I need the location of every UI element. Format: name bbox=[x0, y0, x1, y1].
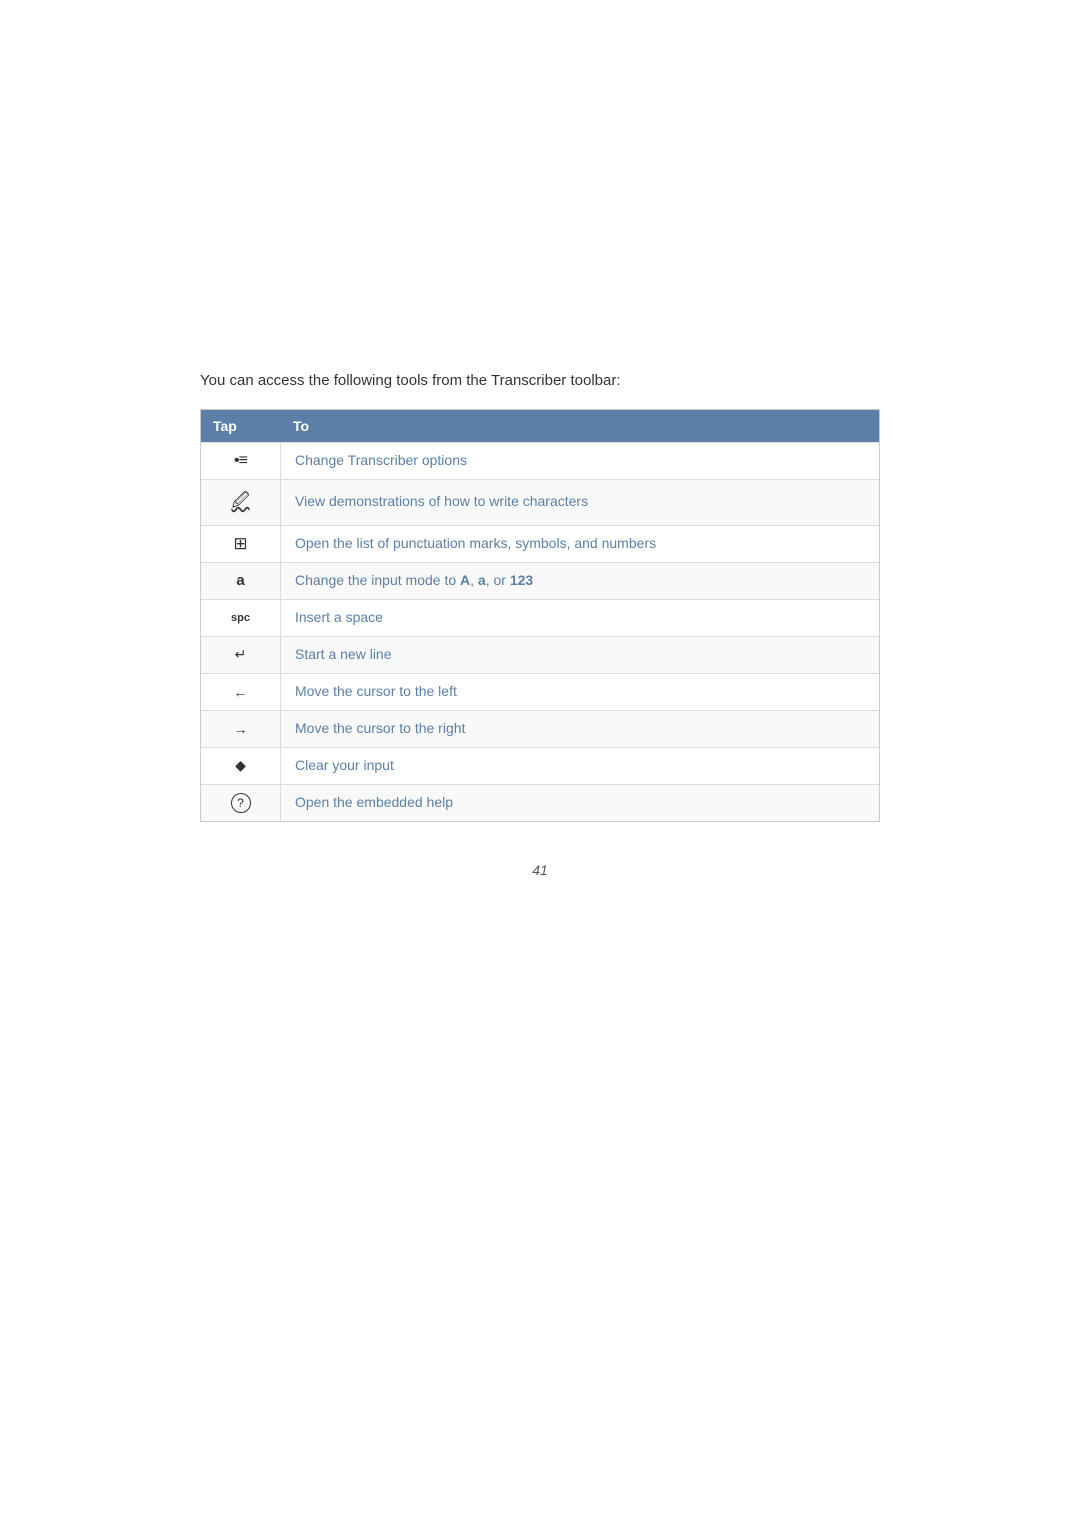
to-cell-space: Insert a space bbox=[281, 600, 879, 636]
cursor-right-icon: → bbox=[234, 721, 248, 737]
tap-cell-grid: ⊞ bbox=[201, 526, 281, 562]
table-row: spc Insert a space bbox=[201, 599, 879, 636]
table-row: 🖉 View demonstrations of how to write ch… bbox=[201, 479, 879, 525]
table-row: → Move the cursor to the right bbox=[201, 710, 879, 747]
newline-icon: ↵ bbox=[235, 646, 247, 663]
table-row: ↵ Start a new line bbox=[201, 636, 879, 673]
page-number: 41 bbox=[200, 862, 880, 878]
input-mode-A: A bbox=[460, 572, 470, 588]
cursor-left-icon: ← bbox=[234, 684, 248, 700]
to-cell-change-options: Change Transcriber options bbox=[281, 443, 879, 479]
table-row: ⊞ Open the list of punctuation marks, sy… bbox=[201, 525, 879, 562]
tap-cell-help: ? bbox=[201, 785, 281, 821]
to-cell-input-mode: Change the input mode to A, a, or 123 bbox=[281, 563, 879, 599]
help-icon: ? bbox=[231, 793, 251, 813]
tap-cell-input-mode: a bbox=[201, 563, 281, 599]
input-mode-123: 123 bbox=[510, 572, 533, 588]
write-demo-icon: 🖉 bbox=[231, 488, 249, 517]
to-cell-punctuation: Open the list of punctuation marks, symb… bbox=[281, 526, 879, 562]
intro-paragraph: You can access the following tools from … bbox=[200, 370, 880, 393]
list-options-icon: •≡ bbox=[234, 452, 247, 470]
toolbar-table: Tap To •≡ Change Transcriber options 🖉 V… bbox=[200, 409, 880, 822]
content-area: You can access the following tools from … bbox=[200, 370, 880, 878]
clear-icon: ◆ bbox=[235, 757, 246, 774]
tap-cell-newline: ↵ bbox=[201, 637, 281, 673]
tap-cell-space: spc bbox=[201, 600, 281, 636]
table-row: ◆ Clear your input bbox=[201, 747, 879, 784]
to-cell-help: Open the embedded help bbox=[281, 785, 879, 821]
to-cell-demo: View demonstrations of how to write char… bbox=[281, 484, 879, 520]
to-cell-cursor-right: Move the cursor to the right bbox=[281, 711, 879, 747]
to-cell-newline: Start a new line bbox=[281, 637, 879, 673]
page: You can access the following tools from … bbox=[0, 0, 1080, 1528]
input-mode-icon: a bbox=[236, 572, 244, 589]
to-cell-cursor-left: Move the cursor to the left bbox=[281, 674, 879, 710]
input-mode-a: a bbox=[478, 572, 486, 588]
to-cell-clear: Clear your input bbox=[281, 748, 879, 784]
table-header-row: Tap To bbox=[201, 410, 879, 442]
tap-cell-write: 🖉 bbox=[201, 480, 281, 525]
tap-cell-clear: ◆ bbox=[201, 748, 281, 784]
tap-cell-list: •≡ bbox=[201, 443, 281, 479]
table-row: ? Open the embedded help bbox=[201, 784, 879, 821]
table-row: •≡ Change Transcriber options bbox=[201, 442, 879, 479]
table-row: ← Move the cursor to the left bbox=[201, 673, 879, 710]
table-row: a Change the input mode to A, a, or 123 bbox=[201, 562, 879, 599]
tap-cell-cursor-right: → bbox=[201, 711, 281, 747]
header-tap: Tap bbox=[201, 410, 281, 442]
space-icon: spc bbox=[231, 612, 250, 624]
punctuation-grid-icon: ⊞ bbox=[233, 534, 247, 554]
tap-cell-cursor-left: ← bbox=[201, 674, 281, 710]
header-to: To bbox=[281, 410, 879, 442]
